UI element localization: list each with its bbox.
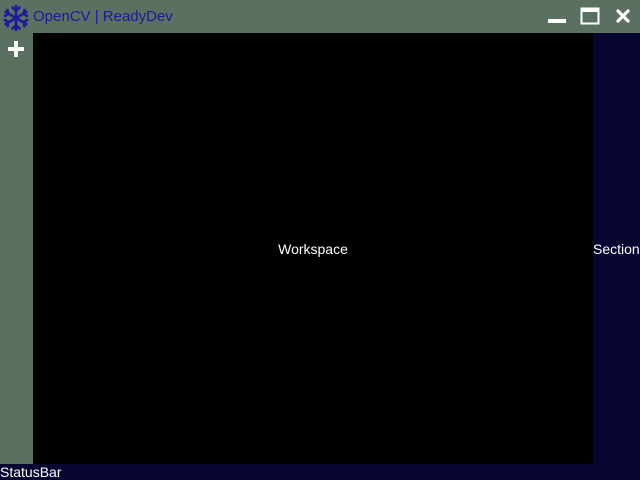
window-title: OpenCV | ReadyDev: [33, 8, 173, 25]
status-bar-label: StatusBar: [0, 464, 62, 480]
status-bar: StatusBar: [0, 464, 640, 480]
app-window: OpenCV | ReadyDev Workspace Section Stat…: [0, 0, 640, 480]
maximize-icon[interactable]: [579, 6, 601, 26]
close-icon[interactable]: [612, 6, 634, 26]
title-bar[interactable]: OpenCV | ReadyDev: [0, 0, 640, 33]
snowflake-icon: [3, 4, 29, 32]
left-toolbar: [0, 33, 33, 464]
section-label: Section: [593, 241, 640, 257]
workspace-label: Workspace: [278, 241, 348, 257]
section-panel[interactable]: Section: [593, 33, 640, 464]
minimize-icon[interactable]: [546, 6, 568, 26]
plus-icon[interactable]: [6, 39, 26, 59]
workspace-area[interactable]: Workspace: [33, 33, 593, 464]
